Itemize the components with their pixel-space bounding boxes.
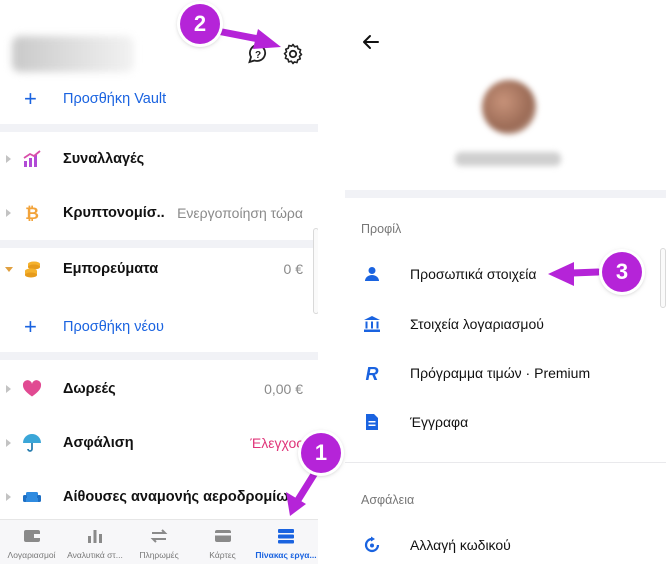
collapse-caret-icon[interactable] (5, 266, 13, 272)
analytics-icon (88, 530, 102, 543)
avatar[interactable] (482, 80, 536, 134)
payments-icon (150, 529, 168, 543)
pricing-plan-row[interactable]: R Πρόγραμμα τιμών · Premium (345, 350, 666, 398)
back-arrow-icon[interactable] (361, 32, 381, 52)
blurred-profile-name (455, 152, 561, 166)
add-new-row[interactable]: + Προσθήκη νέου (0, 300, 318, 354)
plus-icon: + (24, 314, 37, 339)
sofa-icon (23, 492, 41, 502)
donations-value: 0,00 € (264, 381, 303, 397)
expand-caret-icon[interactable] (6, 209, 11, 217)
documents-row[interactable]: Έγγραφα (345, 399, 666, 447)
profile-section-title: Προφίλ (361, 222, 402, 236)
commodities-title: Εμπορεύματα (63, 261, 159, 277)
expand-caret-icon[interactable] (6, 493, 11, 501)
divider (345, 190, 666, 198)
nav-analytics[interactable]: Αναλυτικά στ... (63, 520, 127, 564)
coins-stack-icon (25, 261, 40, 278)
dashboard-icon (278, 529, 294, 544)
donations-title: Δωρεές (63, 381, 116, 397)
account-details-row[interactable]: Στοιχεία λογαριασμού (345, 301, 666, 349)
nav-accounts-label: Λογαριασμοί (7, 550, 56, 560)
crypto-title: Κρυπτονομίσ... (63, 205, 165, 221)
transactions-chart-icon (23, 150, 41, 167)
callout-badge-1: 1 (301, 433, 341, 473)
bank-icon (364, 316, 380, 332)
commodities-value: 0 € (283, 261, 303, 277)
airport-lounges-row[interactable]: Αίθουσες αναμονής αεροδρομίω... (0, 470, 318, 524)
add-vault-label: Προσθήκη Vault (63, 91, 167, 107)
personal-details-label: Προσωπικά στοιχεία (410, 266, 537, 282)
panel-gap (318, 0, 345, 564)
expand-caret-icon[interactable] (6, 439, 11, 447)
nav-analytics-label: Αναλυτικά στ... (67, 550, 123, 560)
revolut-r-icon: R (366, 364, 379, 382)
commodities-row[interactable]: Εμπορεύματα 0 € (0, 242, 318, 296)
plus-icon: + (24, 86, 37, 111)
svg-text:R: R (366, 364, 379, 382)
scroll-edge (660, 248, 666, 308)
svg-text:₿: ₿ (25, 204, 39, 223)
insurance-row[interactable]: Ασφάλιση Έλεγχος (0, 416, 318, 470)
callout-badge-3: 3 (602, 252, 642, 292)
divider (0, 124, 318, 132)
umbrella-icon (23, 434, 41, 452)
crypto-activate-link[interactable]: Ενεργοποίηση τώρα (177, 205, 303, 221)
divider (345, 462, 666, 463)
donations-row[interactable]: Δωρεές 0,00 € (0, 362, 318, 416)
person-icon (365, 267, 379, 281)
transactions-row[interactable]: Συναλλαγές (0, 132, 318, 186)
dashboard-header: ? (0, 0, 318, 80)
profile-header[interactable] (415, 58, 601, 190)
wallet-icon (23, 530, 40, 542)
expand-caret-icon[interactable] (6, 385, 11, 393)
dashboard-screen: ? + Προσθήκη Vault Συναλλαγές ₿ Κρυπτονο… (0, 0, 318, 564)
add-vault-row[interactable]: + Προσθήκη Vault (0, 72, 318, 126)
insurance-check-link[interactable]: Έλεγχος (250, 435, 303, 451)
insurance-title: Ασφάλιση (63, 435, 134, 451)
add-new-label: Προσθήκη νέου (63, 319, 164, 335)
change-passcode-row[interactable]: Αλλαγή κωδικού (345, 522, 666, 564)
expand-caret-icon[interactable] (6, 155, 11, 163)
nav-payments[interactable]: Πληρωμές (127, 520, 191, 564)
heart-icon (22, 380, 42, 397)
crypto-row[interactable]: ₿ Κρυπτονομίσ... Ενεργοποίηση τώρα (0, 186, 318, 240)
account-details-label: Στοιχεία λογαριασμού (410, 316, 544, 332)
nav-cards-label: Κάρτες (209, 550, 236, 560)
transactions-title: Συναλλαγές (63, 151, 145, 167)
security-section-title: Ασφάλεια (361, 493, 415, 507)
nav-cards[interactable]: Κάρτες (191, 520, 254, 564)
callout-badge-2: 2 (180, 4, 220, 44)
bitcoin-icon: ₿ (25, 204, 39, 223)
blurred-username (12, 36, 134, 72)
settings-gear-icon[interactable] (281, 42, 305, 66)
nav-dashboard-label: Πίνακας εργα... (255, 550, 317, 560)
pricing-plan-label: Πρόγραμμα τιμών · Premium (410, 365, 591, 381)
nav-dashboard[interactable]: Πίνακας εργα... (254, 520, 318, 564)
document-icon (366, 414, 378, 430)
documents-label: Έγγραφα (410, 414, 469, 430)
help-chat-icon[interactable]: ? (246, 42, 270, 66)
airport-lounges-title: Αίθουσες αναμονής αεροδρομίω... (63, 489, 288, 505)
divider (0, 352, 318, 360)
bottom-navigation: Λογαριασμοί Αναλυτικά στ... Πληρωμές Κάρ… (0, 519, 318, 564)
svg-text:?: ? (255, 50, 261, 61)
nav-payments-label: Πληρωμές (139, 550, 179, 560)
change-passcode-label: Αλλαγή κωδικού (410, 537, 511, 553)
passcode-icon (364, 536, 380, 553)
card-icon (214, 530, 231, 542)
nav-accounts[interactable]: Λογαριασμοί (0, 520, 63, 564)
